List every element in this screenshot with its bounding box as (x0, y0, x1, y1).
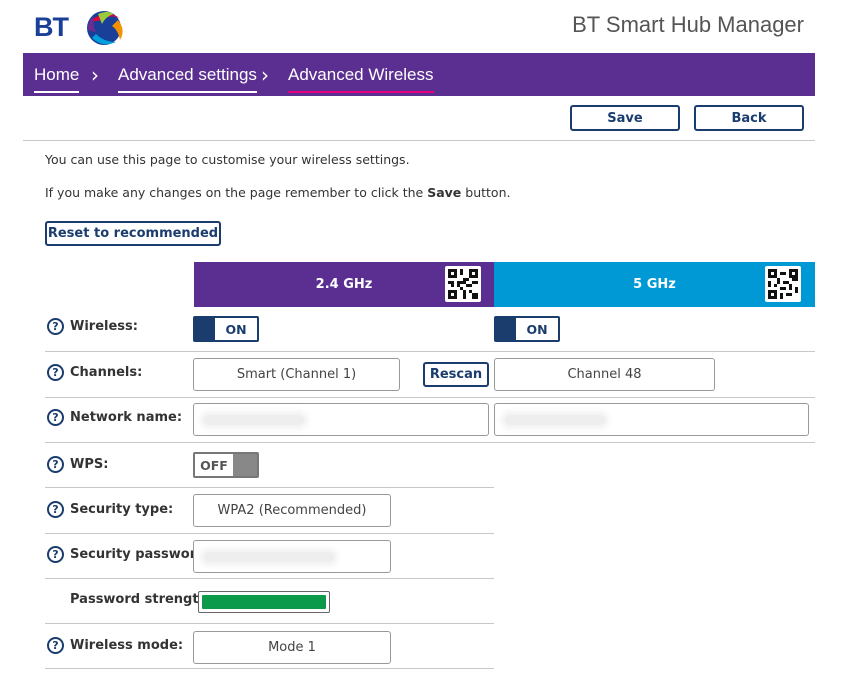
wireless-toggle-2-4ghz[interactable]: ON (193, 316, 259, 342)
row-divider (45, 623, 494, 624)
band-header-5ghz: 5 GHz (494, 262, 815, 307)
row-divider (45, 487, 494, 488)
password-strength-fill (202, 595, 326, 609)
wireless-toggle-5ghz[interactable]: ON (494, 316, 560, 342)
password-strength-meter (198, 591, 330, 613)
row-divider (45, 397, 815, 398)
toggle-state: ON (526, 321, 548, 337)
question-circle-icon[interactable]: ? (47, 318, 64, 335)
network-name-label: Network name: (70, 410, 183, 425)
save-reminder-prefix: If you make any changes on the page reme… (45, 185, 428, 200)
app-title: BT Smart Hub Manager (572, 12, 804, 37)
breadcrumb: Home › Advanced settings › Advanced Wire… (23, 53, 815, 96)
wps-row-label: ? WPS: (47, 456, 108, 473)
band-label-5ghz: 5 GHz (633, 277, 676, 292)
toggle-knob (496, 318, 516, 340)
wps-toggle[interactable]: OFF (193, 452, 259, 478)
security-password-row-label: ? Security password: (47, 546, 211, 563)
row-divider (45, 668, 494, 669)
reset-to-recommended-button[interactable]: Reset to recommended (45, 221, 221, 246)
security-type-row-label: ? Security type: (47, 501, 173, 518)
save-button[interactable]: Save (570, 105, 680, 131)
redacted-value (505, 414, 605, 425)
security-password-label: Security password: (70, 547, 211, 562)
chevron-right-icon: › (261, 63, 269, 87)
chevron-right-icon: › (91, 63, 99, 87)
wireless-mode-select[interactable]: Mode 1 (193, 631, 391, 664)
wireless-row-label: ? Wireless: (47, 318, 138, 335)
question-circle-icon[interactable]: ? (47, 456, 64, 473)
save-reminder-text: If you make any changes on the page reme… (45, 185, 510, 200)
wireless-mode-row-label: ? Wireless mode: (47, 637, 183, 654)
network-name-input-5ghz[interactable] (494, 403, 809, 436)
wireless-label: Wireless: (70, 319, 138, 334)
bt-globe-icon (87, 11, 123, 45)
channel-select-2-4ghz[interactable]: Smart (Channel 1) (193, 358, 400, 391)
question-circle-icon[interactable]: ? (47, 364, 64, 381)
toggle-knob (233, 454, 257, 476)
question-circle-icon[interactable]: ? (47, 637, 64, 654)
toggle-knob (195, 318, 215, 340)
breadcrumb-home[interactable]: Home (34, 65, 80, 93)
band-header-2-4ghz: 2.4 GHz (194, 262, 494, 307)
breadcrumb-advanced-settings[interactable]: Advanced settings (118, 65, 257, 93)
breadcrumb-advanced-wireless[interactable]: Advanced Wireless (288, 65, 434, 93)
toggle-state: ON (225, 321, 247, 337)
question-circle-icon[interactable]: ? (47, 546, 64, 563)
intro-text: You can use this page to customise your … (45, 152, 410, 167)
security-password-input[interactable] (193, 540, 391, 573)
channels-label: Channels: (70, 365, 143, 380)
qr-code-icon[interactable] (765, 266, 801, 302)
redacted-value (204, 414, 304, 425)
band-label-2-4ghz: 2.4 GHz (315, 277, 373, 292)
wps-label: WPS: (70, 457, 109, 472)
security-type-select[interactable]: WPA2 (Recommended) (193, 494, 391, 527)
password-strength-label: Password strength: (70, 592, 214, 607)
bt-logo: BT (32, 4, 132, 48)
divider (23, 140, 815, 141)
network-name-input-2-4ghz[interactable] (193, 403, 489, 436)
qr-code-icon[interactable] (445, 266, 481, 302)
network-name-row-label: ? Network name: (47, 409, 182, 426)
row-divider (45, 442, 815, 443)
channels-row-label: ? Channels: (47, 364, 142, 381)
redacted-value (204, 551, 334, 562)
save-reminder-suffix: button. (461, 185, 511, 200)
question-circle-icon[interactable]: ? (47, 409, 64, 426)
row-divider (45, 533, 494, 534)
wireless-mode-label: Wireless mode: (70, 638, 184, 653)
bt-logo-text: BT (34, 12, 69, 42)
row-divider (45, 578, 494, 579)
row-divider (45, 351, 815, 352)
channel-select-5ghz[interactable]: Channel 48 (494, 358, 715, 391)
toggle-state: OFF (200, 457, 228, 473)
rescan-button[interactable]: Rescan (423, 362, 489, 387)
question-circle-icon[interactable]: ? (47, 501, 64, 518)
save-reminder-bold: Save (427, 185, 462, 200)
back-button[interactable]: Back (694, 105, 804, 131)
security-type-label: Security type: (70, 502, 174, 517)
